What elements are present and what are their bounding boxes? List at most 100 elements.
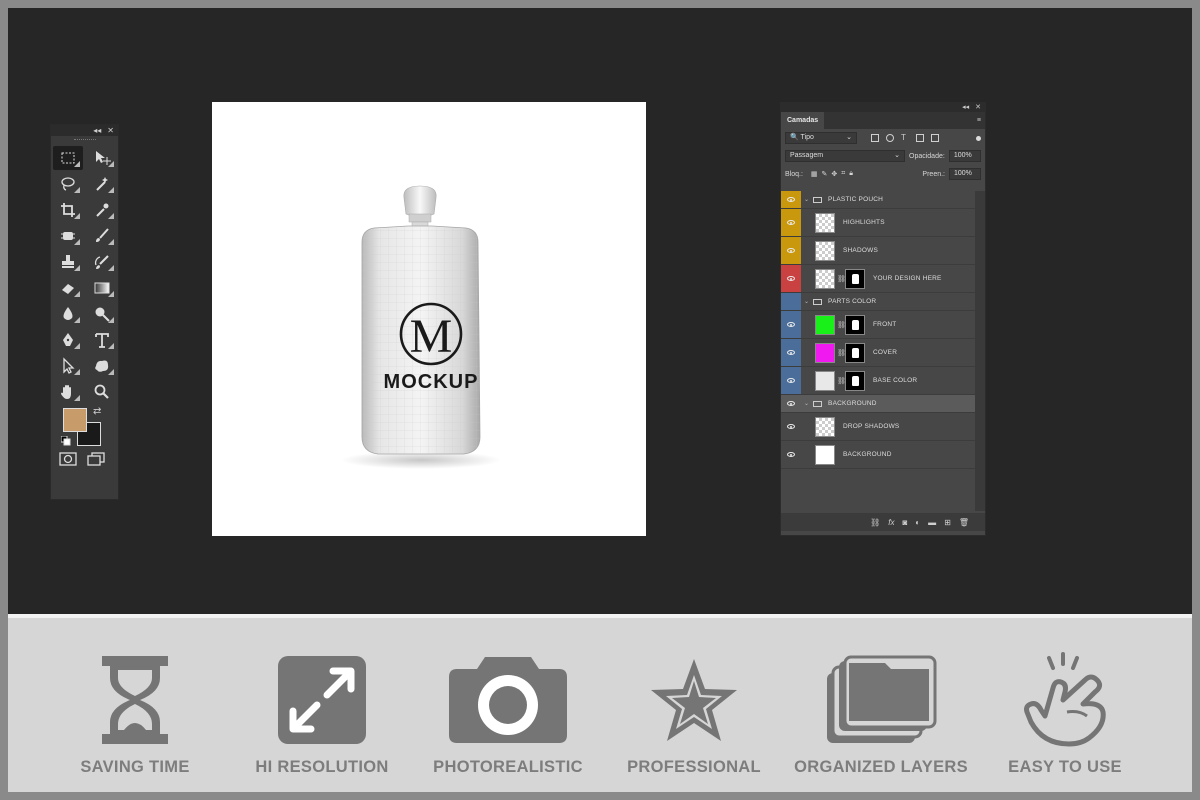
move-tool[interactable] [87, 146, 117, 170]
close-icon[interactable]: ✕ [107, 126, 114, 135]
visibility-toggle[interactable] [781, 293, 801, 310]
group-expand-icon[interactable]: ⌄ [804, 298, 809, 305]
feature-professional: PROFESSIONAL [604, 650, 784, 777]
group-expand-icon[interactable]: ⌄ [804, 196, 809, 203]
filter-toggle-icon[interactable] [976, 135, 981, 141]
filter-type-select[interactable]: 🔍 Tipo ⌄ [785, 132, 857, 144]
zoom-tool[interactable] [87, 380, 117, 404]
link-icon[interactable]: ⛓ [870, 518, 880, 527]
blend-mode-select[interactable]: Passagem ⌄ [785, 150, 905, 162]
filter-smart-object-icon[interactable] [931, 134, 939, 142]
layer-mask-thumbnail[interactable] [845, 370, 865, 391]
visibility-toggle[interactable] [781, 237, 801, 264]
layer-row[interactable]: ⛓ YOUR DESIGN HERE [781, 265, 975, 293]
filter-adjustment-icon[interactable] [886, 134, 894, 142]
layer-mask-thumbnail[interactable] [845, 314, 865, 335]
visibility-toggle[interactable] [781, 339, 801, 366]
dodge-tool[interactable] [87, 302, 117, 326]
filter-shape-icon[interactable] [916, 134, 924, 142]
close-icon[interactable]: ✕ [975, 103, 981, 112]
layer-row[interactable]: DROP SHADOWS [781, 413, 975, 441]
history-brush-tool[interactable] [87, 250, 117, 274]
tab-camadas[interactable]: Camadas [781, 112, 825, 129]
layers-footer: ⛓ fx ◙ ◐ ▬ ⊞ 🗑︎ [781, 513, 985, 531]
visibility-toggle[interactable] [781, 395, 801, 412]
pouch-monogram: M [410, 310, 453, 363]
magic-wand-tool[interactable] [87, 172, 117, 196]
lock-position-icon[interactable]: ✥ [831, 170, 837, 178]
gradient-tool[interactable] [87, 276, 117, 300]
layers-scrollbar[interactable] [975, 191, 985, 511]
foreground-color[interactable] [63, 408, 87, 432]
clone-stamp-tool[interactable] [53, 250, 83, 274]
type-tool[interactable] [87, 328, 117, 352]
layer-row[interactable]: HIGHLIGHTS [781, 209, 975, 237]
hand-tool[interactable] [53, 380, 83, 404]
lock-transparent-icon[interactable]: ▦ [811, 170, 818, 178]
layer-group-row[interactable]: ⌄ PARTS COLOR [781, 293, 975, 311]
fill-input[interactable]: 100% [949, 168, 981, 180]
path-selection-tool[interactable] [53, 354, 83, 378]
fx-icon[interactable]: fx [888, 518, 894, 527]
lasso-tool[interactable] [53, 172, 83, 196]
visibility-toggle[interactable] [781, 265, 801, 292]
visibility-toggle[interactable] [781, 441, 801, 468]
panel-menu-icon[interactable]: ≡ [977, 117, 981, 124]
default-colors-icon[interactable] [61, 436, 71, 446]
visibility-toggle[interactable] [781, 209, 801, 236]
mask-link-icon[interactable]: ⛓ [837, 321, 846, 329]
custom-shape-tool[interactable] [87, 354, 117, 378]
crop-tool[interactable] [53, 198, 83, 222]
collapse-icon[interactable]: ◂◂ [93, 126, 101, 135]
mask-link-icon[interactable]: ⛓ [837, 377, 846, 385]
layer-row[interactable]: ⛓ BASE COLOR [781, 367, 975, 395]
pen-tool[interactable] [53, 328, 83, 352]
layer-name: HIGHLIGHTS [843, 219, 885, 226]
folder-icon [813, 400, 823, 407]
layer-row[interactable]: ⛓ FRONT [781, 311, 975, 339]
document-canvas[interactable]: M MOCKUP [212, 102, 646, 536]
zoom-icon [94, 384, 109, 399]
layer-group-row[interactable]: ⌄ PLASTIC POUCH [781, 191, 975, 209]
feature-organized-layers: ORGANIZED LAYERS [791, 650, 971, 777]
opacity-input[interactable]: 100% [948, 150, 981, 162]
layer-row[interactable]: ⛓ COVER [781, 339, 975, 367]
lock-artboard-icon[interactable]: ⌗ [841, 170, 845, 178]
layer-group-row[interactable]: ⌄ BACKGROUND [781, 395, 975, 413]
group-expand-icon[interactable]: ⌄ [804, 400, 809, 407]
brush-icon [96, 228, 109, 242]
quick-mask-icon[interactable] [59, 452, 77, 466]
layer-row[interactable]: BACKGROUND [781, 441, 975, 469]
feature-label: PHOTOREALISTIC [433, 758, 583, 776]
collapse-icon[interactable]: ◂◂ [962, 103, 969, 112]
visibility-toggle[interactable] [781, 413, 801, 440]
mask-link-icon[interactable]: ⛓ [837, 275, 846, 283]
lock-row: Bloq.: ▦ ✎ ✥ ⌗ 🔒︎ Preen.: 100% [781, 165, 985, 183]
filter-type-icon[interactable]: T [901, 134, 909, 142]
layer-mask-thumbnail[interactable] [845, 268, 865, 289]
lock-all-icon[interactable]: 🔒︎ [849, 170, 853, 178]
blur-tool[interactable] [53, 302, 83, 326]
filter-pixel-icon[interactable] [871, 134, 879, 142]
new-layer-icon[interactable]: ⊞ [944, 518, 951, 527]
rectangular-marquee-tool[interactable] [53, 146, 83, 170]
panel-grip[interactable] [51, 136, 118, 144]
screen-mode-icon[interactable] [87, 452, 105, 466]
spot-healing-tool[interactable] [53, 224, 83, 248]
visibility-toggle[interactable] [781, 367, 801, 394]
layer-mask-thumbnail[interactable] [845, 342, 865, 363]
brush-tool[interactable] [87, 224, 117, 248]
layer-row[interactable]: SHADOWS [781, 237, 975, 265]
mask-link-icon[interactable]: ⛓ [837, 349, 846, 357]
mask-icon[interactable]: ◙ [902, 518, 907, 527]
eraser-tool[interactable] [53, 276, 83, 300]
trash-icon[interactable]: 🗑︎ [959, 518, 969, 527]
lock-paint-icon[interactable]: ✎ [822, 170, 828, 178]
adjustment-icon[interactable]: ◐ [915, 518, 920, 527]
visibility-toggle[interactable] [781, 311, 801, 338]
dodge-icon [95, 307, 110, 322]
folder-icon[interactable]: ▬ [928, 518, 936, 527]
eyedropper-tool[interactable] [87, 198, 117, 222]
visibility-toggle[interactable] [781, 191, 801, 208]
swap-colors-icon[interactable]: ⇄ [93, 406, 101, 417]
